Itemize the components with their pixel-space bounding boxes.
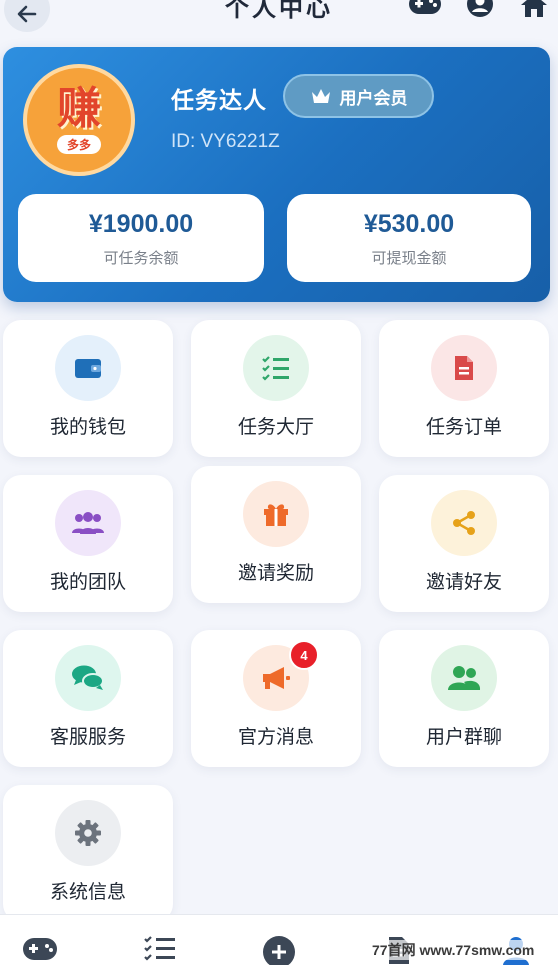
tile-task-hall[interactable]: 任务大厅 <box>191 320 361 457</box>
tile-invite-friends-label: 邀请好友 <box>425 571 502 593</box>
user-id: ID: VY6221Z <box>171 131 280 152</box>
tile-invite-reward-label: 邀请奖励 <box>237 562 314 584</box>
watermark-text: 77首网 www.77smw.com <box>370 940 537 960</box>
header: 个人中心 <box>0 0 558 40</box>
group-chat-icon <box>431 645 497 711</box>
tile-my-team-label: 我的团队 <box>49 571 126 593</box>
avatar-logo-pill: 多多 <box>56 134 101 154</box>
tile-user-group-chat[interactable]: 用户群聊 <box>379 630 549 767</box>
tile-invite-reward[interactable]: 邀请奖励 <box>191 466 361 603</box>
tile-task-hall-label: 任务大厅 <box>237 416 314 438</box>
wallet-icon <box>55 335 121 401</box>
tile-customer-service-label: 客服服务 <box>49 726 126 748</box>
tile-customer-service[interactable]: 客服服务 <box>3 630 173 767</box>
user-icon[interactable] <box>466 0 498 18</box>
gear-icon <box>55 800 121 866</box>
tile-my-team[interactable]: 我的团队 <box>3 475 173 612</box>
share-icon <box>431 490 497 556</box>
task-balance-card[interactable]: ¥1900.00 可任务余额 <box>18 194 264 282</box>
avatar[interactable]: 赚 多多 <box>23 64 135 176</box>
tile-wallet-label: 我的钱包 <box>49 416 126 438</box>
tile-system-info-label: 系统信息 <box>49 881 126 903</box>
task-balance-label: 可任务余额 <box>103 249 179 267</box>
profile-card: 赚 多多 任务达人 用户会员 ID: VY6221Z ¥1900.00 可任务余… <box>3 47 550 302</box>
task-list-icon <box>243 335 309 401</box>
nav-gamepad-icon[interactable] <box>22 935 58 965</box>
gift-icon <box>243 481 309 547</box>
crown-icon <box>311 89 330 103</box>
member-badge[interactable]: 用户会员 <box>283 74 434 118</box>
tile-system-info[interactable]: 系统信息 <box>3 785 173 922</box>
chat-icon <box>55 645 121 711</box>
task-balance-amount: ¥1900.00 <box>88 210 194 238</box>
withdraw-balance-label: 可提现金额 <box>371 249 447 267</box>
tile-official-messages[interactable]: 4 官方消息 <box>191 630 361 767</box>
gamepad-icon[interactable] <box>408 0 441 18</box>
member-badge-label: 用户会员 <box>339 88 408 109</box>
withdraw-balance-amount: ¥530.00 <box>363 210 455 238</box>
username: 任务达人 <box>171 88 267 114</box>
home-icon[interactable] <box>518 0 550 18</box>
avatar-logo-text: 赚 <box>57 82 101 134</box>
unread-count-badge: 4 <box>289 640 319 670</box>
team-icon <box>55 490 121 556</box>
order-document-icon <box>431 335 497 401</box>
tile-user-group-chat-label: 用户群聊 <box>425 726 502 748</box>
tile-official-messages-label: 官方消息 <box>237 726 314 748</box>
tile-task-orders-label: 任务订单 <box>425 416 502 438</box>
tile-invite-friends[interactable]: 邀请好友 <box>379 475 549 612</box>
nav-task-list-icon[interactable] <box>142 935 178 965</box>
tile-wallet[interactable]: 我的钱包 <box>3 320 173 457</box>
nav-add-icon[interactable] <box>261 935 297 965</box>
withdraw-balance-card[interactable]: ¥530.00 可提现金额 <box>287 194 531 282</box>
tile-task-orders[interactable]: 任务订单 <box>379 320 549 457</box>
